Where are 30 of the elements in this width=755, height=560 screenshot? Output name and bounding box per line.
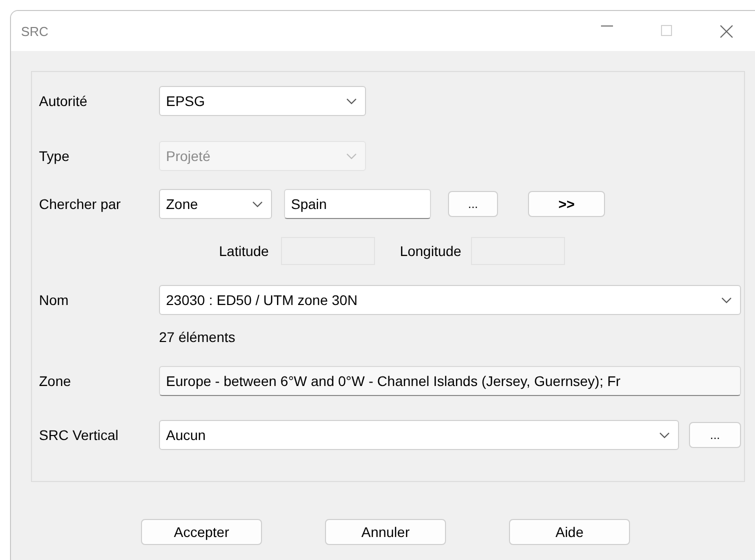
dropdown[interactable]: Aucun [159, 420, 679, 450]
dialog-button[interactable]: Annuler [325, 519, 446, 545]
maximize-icon [661, 24, 672, 36]
field-label: Latitude [219, 243, 269, 259]
field-label: Zone [39, 373, 72, 389]
search-field[interactable]: Spain [284, 189, 431, 219]
browse-button[interactable]: ... [448, 191, 498, 217]
chevron-icon [346, 152, 357, 160]
field-label: Chercher par [39, 196, 122, 212]
dialog-button[interactable]: Aide [509, 519, 630, 545]
zone-field: Europe - between 6°W and 0°W - Channel Islands (Jersey, Guernsey); Fr [159, 366, 741, 396]
item-count: 27 éléments [159, 328, 236, 347]
field-label: Longitude [400, 243, 462, 259]
field-label: Type [39, 148, 70, 164]
minimize-icon[interactable] [601, 24, 613, 26]
close-icon[interactable] [720, 24, 733, 38]
search-button[interactable]: >> [528, 191, 605, 217]
chevron-icon [346, 98, 357, 104]
window-title: SRC [21, 24, 50, 38]
field-label: SRC Vertical [39, 427, 120, 443]
field-label: Autorité [39, 93, 88, 109]
chevron-icon [659, 432, 670, 438]
dropdown[interactable]: Zone [159, 189, 272, 219]
dialog-button[interactable]: Accepter [141, 519, 262, 545]
chevron-icon [252, 200, 263, 208]
chevron-icon [721, 296, 732, 304]
dropdown[interactable]: EPSG [159, 86, 366, 116]
field-label: Nom [39, 292, 70, 308]
browse-button[interactable]: ... [689, 422, 741, 448]
dropdown[interactable]: 23030 : ED50 / UTM zone 30N [159, 285, 741, 315]
